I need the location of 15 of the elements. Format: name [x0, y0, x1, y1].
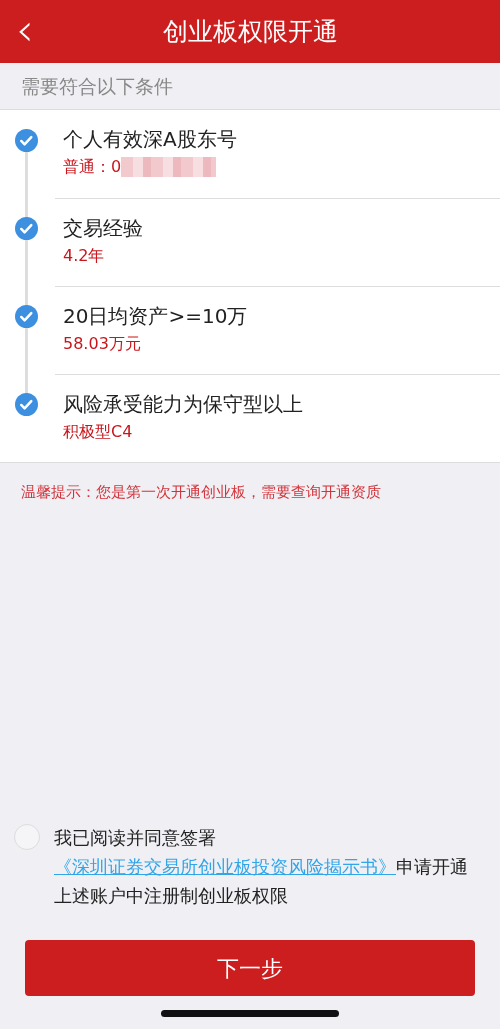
- condition-value: 58.03万元: [63, 333, 141, 355]
- agreement-text: 我已阅读并同意签署 《深圳证券交易所创业板投资风险揭示书》申请开通上述账户中注册制创业板权限: [54, 826, 469, 908]
- condition-value: 普通：0: [63, 156, 122, 178]
- condition-value: 4.2年: [63, 245, 105, 267]
- agree-checkbox[interactable]: [14, 824, 40, 850]
- next-button[interactable]: 下一步: [25, 940, 475, 996]
- condition-title: 风险承受能力为保守型以上: [63, 392, 303, 416]
- section-title: 需要符合以下条件: [21, 73, 173, 99]
- condition-title: 个人有效深A股东号: [63, 127, 237, 151]
- condition-value: 积极型C4: [63, 421, 133, 443]
- condition-title: 交易经验: [63, 216, 143, 240]
- page-title: 创业板权限开通: [162, 15, 338, 48]
- back-button[interactable]: ‹: [10, 8, 40, 52]
- tip-text: 温馨提示：您是第一次开通创业板，需要查询开通资质: [21, 483, 381, 501]
- condition-title: 20日均资产>=10万: [63, 304, 248, 328]
